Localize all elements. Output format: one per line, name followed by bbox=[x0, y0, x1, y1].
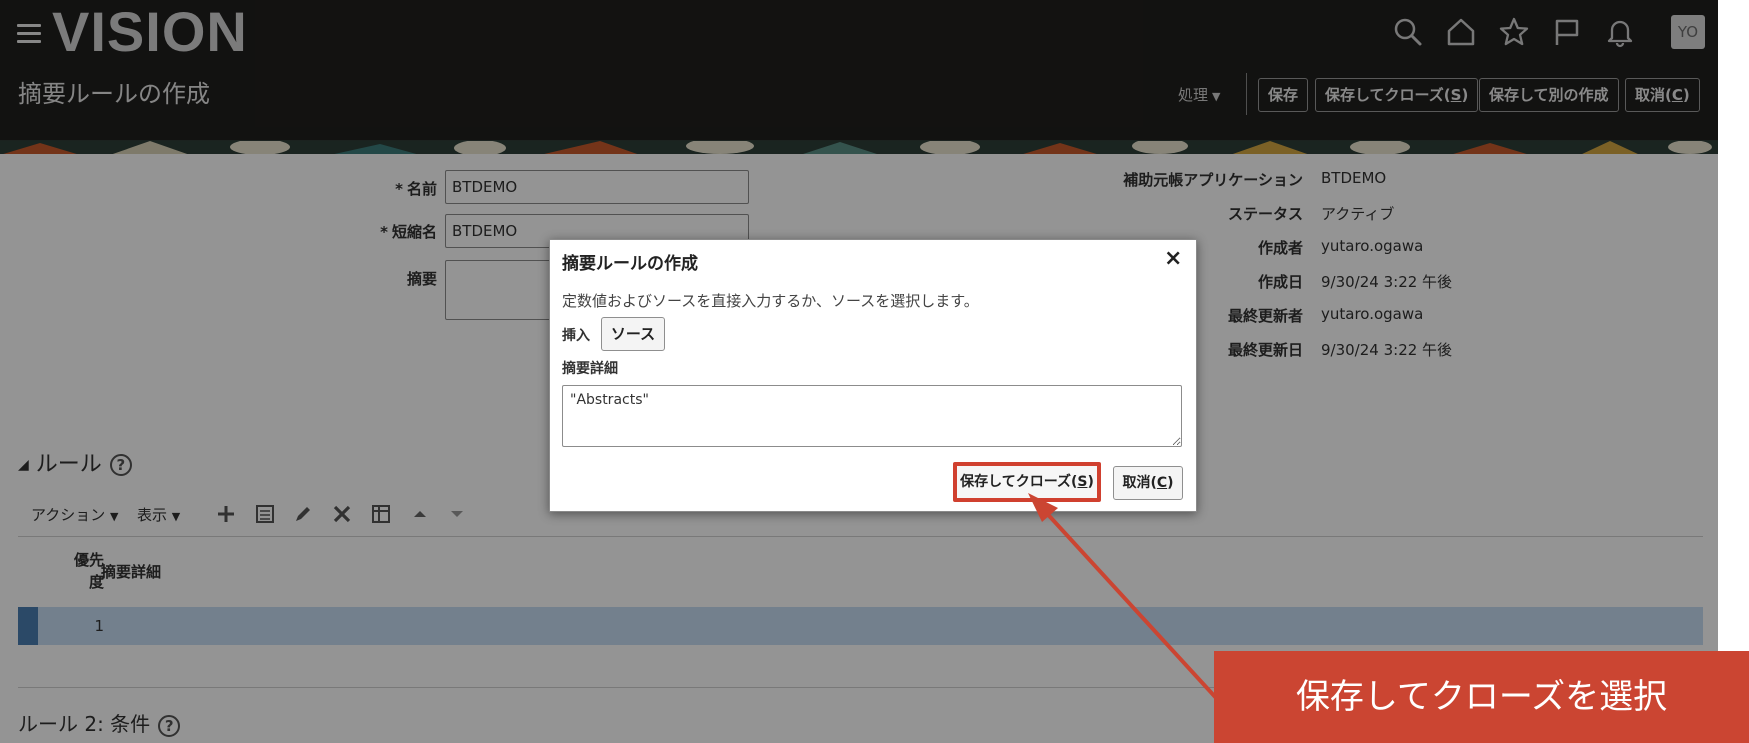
dialog-save-close-button[interactable]: 保存してクローズ(S) bbox=[953, 462, 1101, 502]
detail-textarea[interactable]: "Abstracts" bbox=[562, 385, 1182, 447]
create-description-rule-dialog: 摘要ルールの作成 × 定数値およびソースを直接入力するか、ソースを選択します。 … bbox=[549, 239, 1197, 512]
dialog-instruction: 定数値およびソースを直接入力するか、ソースを選択します。 bbox=[562, 292, 979, 310]
source-button[interactable]: ソース bbox=[601, 317, 665, 351]
dialog-cancel-button[interactable]: 取消(C) bbox=[1113, 466, 1183, 500]
right-margin bbox=[1718, 0, 1749, 743]
detail-label: 摘要詳細 bbox=[562, 361, 618, 377]
close-icon[interactable]: × bbox=[1164, 248, 1182, 270]
instruction-callout: 保存してクローズを選択 bbox=[1214, 651, 1749, 743]
insert-label: 挿入 bbox=[562, 328, 590, 344]
dialog-title: 摘要ルールの作成 bbox=[562, 254, 698, 274]
